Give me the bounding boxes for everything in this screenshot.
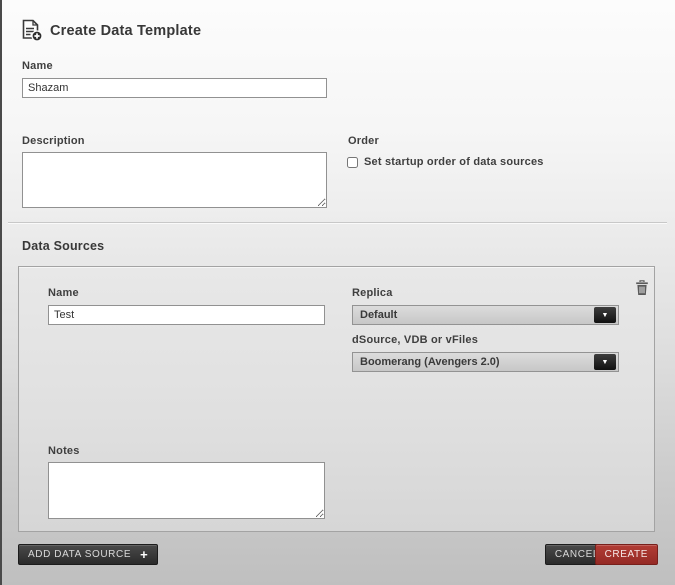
plus-icon: +	[140, 547, 148, 562]
create-data-template-dialog: Create Data Template Name Description Or…	[0, 0, 675, 585]
data-source-panel: Name Replica Default ▼ dSource, VDB or v…	[18, 266, 655, 532]
cancel-button-label: CANCEL	[555, 549, 599, 560]
dsource-selected-value: Boomerang (Avengers 2.0)	[360, 356, 500, 368]
description-textarea[interactable]	[22, 152, 327, 208]
dsource-dropdown[interactable]: Boomerang (Avengers 2.0) ▼	[352, 352, 619, 372]
replica-dropdown[interactable]: Default ▼	[352, 305, 619, 325]
notes-label: Notes	[48, 445, 80, 457]
description-label: Description	[22, 135, 85, 147]
page-title: Create Data Template	[50, 23, 201, 39]
document-add-icon	[20, 19, 43, 47]
source-name-input[interactable]	[48, 305, 325, 325]
name-input[interactable]	[22, 78, 327, 98]
replica-selected-value: Default	[360, 309, 397, 321]
trash-icon[interactable]	[635, 280, 649, 301]
startup-order-checkbox-label: Set startup order of data sources	[364, 156, 544, 168]
dialog-left-edge	[0, 0, 2, 585]
order-label: Order	[348, 135, 379, 147]
source-name-label: Name	[48, 287, 79, 299]
add-data-source-button[interactable]: ADD DATA SOURCE +	[18, 544, 158, 565]
name-label: Name	[22, 60, 53, 72]
replica-label: Replica	[352, 287, 393, 299]
dsource-label: dSource, VDB or vFiles	[352, 334, 478, 346]
chevron-down-icon: ▼	[594, 354, 616, 370]
add-data-source-button-label: ADD DATA SOURCE	[28, 549, 131, 560]
create-button[interactable]: CREATE	[595, 544, 658, 565]
chevron-down-icon: ▼	[594, 307, 616, 323]
startup-order-row: Set startup order of data sources	[347, 156, 544, 168]
startup-order-checkbox[interactable]	[347, 157, 358, 168]
create-button-label: CREATE	[605, 549, 648, 560]
section-divider	[8, 222, 667, 223]
data-sources-heading: Data Sources	[22, 239, 104, 253]
notes-textarea[interactable]	[48, 462, 325, 519]
